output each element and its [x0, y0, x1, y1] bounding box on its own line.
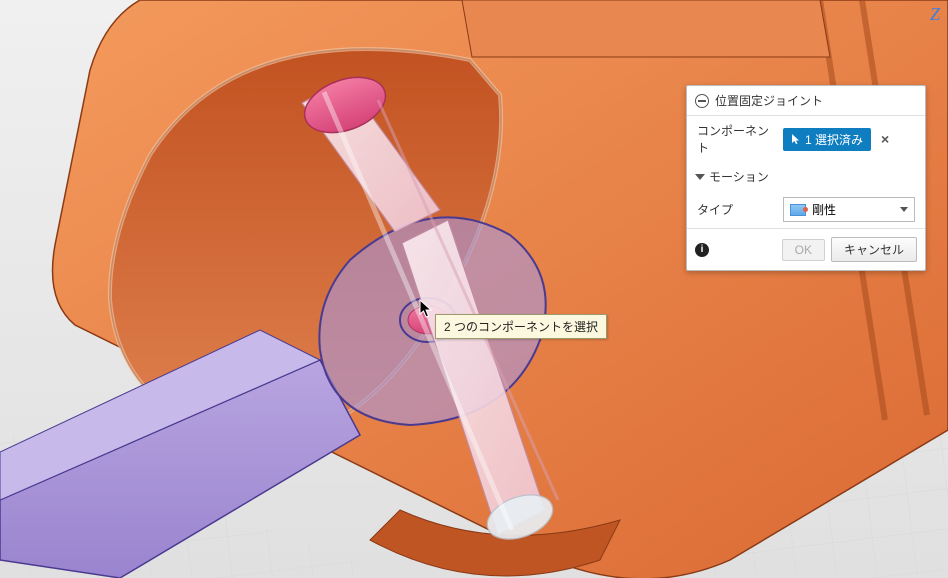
dialog-title: 位置固定ジョイント — [715, 92, 823, 109]
selection-chip[interactable]: 1 選択済み — [783, 128, 871, 151]
info-icon[interactable]: i — [695, 243, 709, 257]
motion-section-header[interactable]: モーション — [687, 162, 925, 191]
selection-hint-tooltip: 2 つのコンポーネントを選択 — [435, 314, 607, 339]
component-label: コンポーネント — [697, 122, 777, 156]
motion-section-label: モーション — [709, 168, 769, 185]
joint-type-select[interactable]: 剛性 — [783, 197, 915, 222]
tooltip-text: 2 つのコンポーネントを選択 — [444, 320, 598, 334]
component-row: コンポーネント 1 選択済み × — [687, 116, 925, 162]
clear-selection-button[interactable]: × — [877, 131, 893, 147]
ok-button[interactable]: OK — [782, 239, 825, 261]
chevron-down-icon — [900, 207, 908, 212]
rigid-joint-dialog: 位置固定ジョイント コンポーネント 1 選択済み × モーション タイプ 剛性 — [686, 85, 926, 271]
type-label: タイプ — [697, 201, 777, 218]
chip-text: 1 選択済み — [805, 131, 863, 148]
cursor-icon — [791, 133, 801, 145]
dialog-header[interactable]: 位置固定ジョイント — [687, 86, 925, 116]
dialog-footer: i OK キャンセル — [687, 228, 925, 270]
type-row: タイプ 剛性 — [687, 191, 925, 228]
chevron-down-icon — [695, 174, 705, 180]
cad-viewport[interactable]: Z 2 つのコンポーネントを選択 位置固定ジョイント コンポーネント 1 選択済… — [0, 0, 948, 578]
rigid-icon — [790, 204, 806, 216]
type-value: 剛性 — [812, 201, 836, 218]
cancel-button[interactable]: キャンセル — [831, 237, 917, 262]
collapse-icon[interactable] — [695, 94, 709, 108]
axis-z-label: Z — [930, 4, 940, 25]
